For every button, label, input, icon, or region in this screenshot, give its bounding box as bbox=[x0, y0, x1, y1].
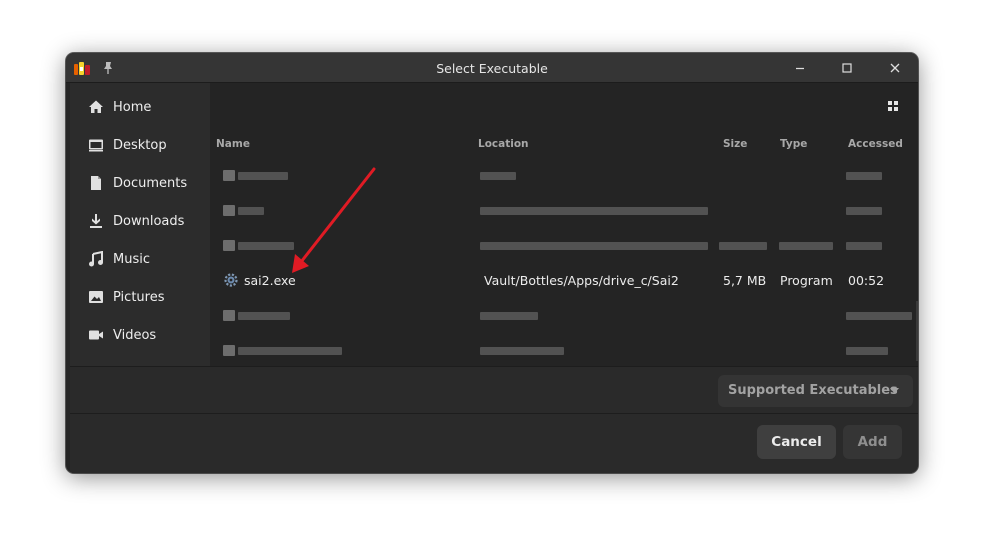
sidebar-item-videos[interactable]: Videos bbox=[70, 316, 210, 354]
sidebar-item-label: Documents bbox=[113, 176, 188, 191]
sidebar-item-label: Downloads bbox=[113, 214, 185, 229]
sidebar-item-home[interactable]: Home bbox=[70, 88, 210, 126]
file-chooser-dialog: Select Executable Home Desktop Documents… bbox=[66, 53, 918, 473]
redacted-location bbox=[480, 242, 708, 250]
redacted-name bbox=[238, 312, 290, 320]
column-header-name[interactable]: Name bbox=[216, 138, 250, 150]
file-name: sai2.exe bbox=[244, 273, 296, 288]
filter-label: Supported Executables bbox=[728, 383, 898, 398]
document-icon bbox=[91, 176, 101, 190]
redacted-size bbox=[719, 242, 767, 250]
table-row-redacted[interactable] bbox=[210, 228, 918, 263]
minimize-icon[interactable] bbox=[792, 60, 808, 76]
desktop-icon bbox=[89, 139, 103, 152]
add-button[interactable]: Add bbox=[843, 425, 902, 459]
sidebar-item-documents[interactable]: Documents bbox=[70, 164, 210, 202]
column-header-type[interactable]: Type bbox=[780, 138, 807, 150]
redacted-location bbox=[480, 207, 708, 215]
filter-bar: Supported Executables bbox=[70, 366, 918, 413]
sidebar-item-label: Home bbox=[113, 100, 152, 115]
redacted-accessed bbox=[846, 347, 888, 355]
sidebar-item-label: Desktop bbox=[113, 138, 167, 153]
redacted-accessed bbox=[846, 242, 882, 250]
file-location: Vault/Bottles/Apps/drive_c/Sai2 bbox=[484, 273, 679, 288]
column-header-accessed[interactable]: Accessed bbox=[848, 138, 903, 150]
redacted-location bbox=[480, 172, 516, 180]
file-accessed: 00:52 bbox=[848, 273, 885, 288]
table-row-redacted[interactable] bbox=[210, 158, 918, 193]
title-bar[interactable]: Select Executable bbox=[66, 53, 918, 83]
redacted-name bbox=[238, 347, 342, 355]
redacted-accessed bbox=[846, 172, 882, 180]
redacted-name bbox=[238, 172, 288, 180]
redacted-file-icon bbox=[223, 205, 235, 216]
table-row[interactable]: sai2.exe Vault/Bottles/Apps/drive_c/Sai2… bbox=[210, 263, 918, 298]
window-title: Select Executable bbox=[436, 61, 548, 76]
close-icon[interactable] bbox=[887, 60, 903, 76]
redacted-name bbox=[238, 242, 294, 250]
sidebar-item-desktop[interactable]: Desktop bbox=[70, 126, 210, 164]
file-type-filter-dropdown[interactable]: Supported Executables bbox=[718, 375, 913, 407]
file-type: Program bbox=[780, 273, 833, 288]
redacted-file-icon bbox=[223, 240, 235, 251]
sidebar-item-downloads[interactable]: Downloads bbox=[70, 202, 210, 240]
home-icon bbox=[89, 100, 103, 113]
video-icon bbox=[89, 330, 103, 340]
executable-gear-icon bbox=[224, 273, 238, 287]
redacted-type bbox=[779, 242, 833, 250]
column-header-size[interactable]: Size bbox=[723, 138, 747, 150]
sidebar-item-label: Music bbox=[113, 252, 150, 267]
dialog-action-bar: Cancel Add bbox=[70, 413, 918, 473]
maximize-icon[interactable] bbox=[839, 60, 855, 76]
redacted-accessed bbox=[846, 207, 882, 215]
redacted-location bbox=[480, 312, 538, 320]
column-header-location[interactable]: Location bbox=[478, 138, 529, 150]
music-icon bbox=[89, 251, 103, 267]
download-icon bbox=[90, 214, 102, 228]
redacted-file-icon bbox=[223, 170, 235, 181]
scrollbar-thumb[interactable] bbox=[916, 301, 918, 361]
sidebar-item-pictures[interactable]: Pictures bbox=[70, 278, 210, 316]
chevron-down-icon bbox=[890, 388, 899, 394]
redacted-location bbox=[480, 347, 564, 355]
cancel-button[interactable]: Cancel bbox=[757, 425, 836, 459]
sidebar-item-label: Pictures bbox=[113, 290, 165, 305]
sidebar-item-label: Videos bbox=[113, 328, 157, 343]
redacted-file-icon bbox=[223, 310, 235, 321]
file-size: 5,7 MB bbox=[723, 273, 767, 288]
redacted-accessed bbox=[846, 312, 912, 320]
table-row-redacted[interactable] bbox=[210, 333, 918, 368]
sidebar-item-music[interactable]: Music bbox=[70, 240, 210, 278]
grid-view-icon[interactable] bbox=[887, 100, 899, 112]
pictures-icon bbox=[89, 291, 103, 303]
table-row-redacted[interactable] bbox=[210, 193, 918, 228]
redacted-name bbox=[238, 207, 264, 215]
table-row-redacted[interactable] bbox=[210, 298, 918, 333]
redacted-file-icon bbox=[223, 345, 235, 356]
